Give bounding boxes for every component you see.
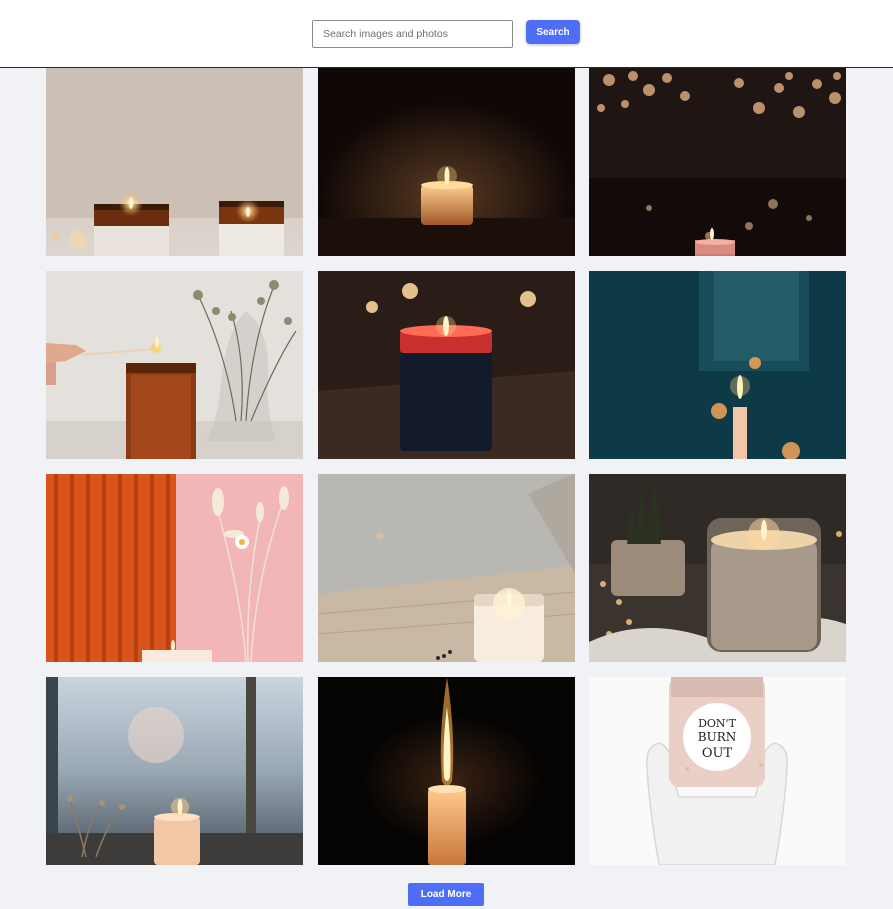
photo-5[interactable] [318, 271, 575, 459]
photo-2-image [318, 68, 575, 256]
photo-12[interactable]: DON'T BURN OUT [589, 677, 846, 865]
search-button[interactable]: Search [526, 20, 580, 44]
photo-4-image [46, 271, 303, 459]
photo-9-image [589, 474, 846, 662]
photo-8[interactable] [318, 474, 575, 662]
photo-3[interactable] [589, 68, 846, 256]
photo-10-image [46, 677, 303, 865]
jar-label-line-3: OUT [702, 746, 733, 761]
photo-7[interactable] [46, 474, 303, 662]
photo-11[interactable] [318, 677, 575, 865]
photo-8-image [318, 474, 575, 662]
photo-10[interactable] [46, 677, 303, 865]
load-more-button[interactable]: Load More [408, 883, 484, 906]
jar-label-line-2: BURN [698, 730, 736, 744]
photo-6[interactable] [589, 271, 846, 459]
photo-6-image [589, 271, 846, 459]
photo-9[interactable] [589, 474, 846, 662]
photo-3-image [589, 68, 846, 256]
photo-12-image: DON'T BURN OUT [589, 677, 846, 865]
search-input[interactable] [312, 20, 513, 48]
photo-2[interactable] [318, 68, 575, 256]
photo-grid: DON'T BURN OUT [0, 68, 893, 868]
photo-4[interactable] [46, 271, 303, 459]
photo-11-image [318, 677, 575, 865]
top-bar: Search [0, 0, 893, 68]
photo-7-image [46, 474, 303, 662]
photo-5-image [318, 271, 575, 459]
photo-1-image [46, 68, 303, 256]
photo-1[interactable] [46, 68, 303, 256]
jar-label-line-1: DON'T [698, 717, 736, 730]
